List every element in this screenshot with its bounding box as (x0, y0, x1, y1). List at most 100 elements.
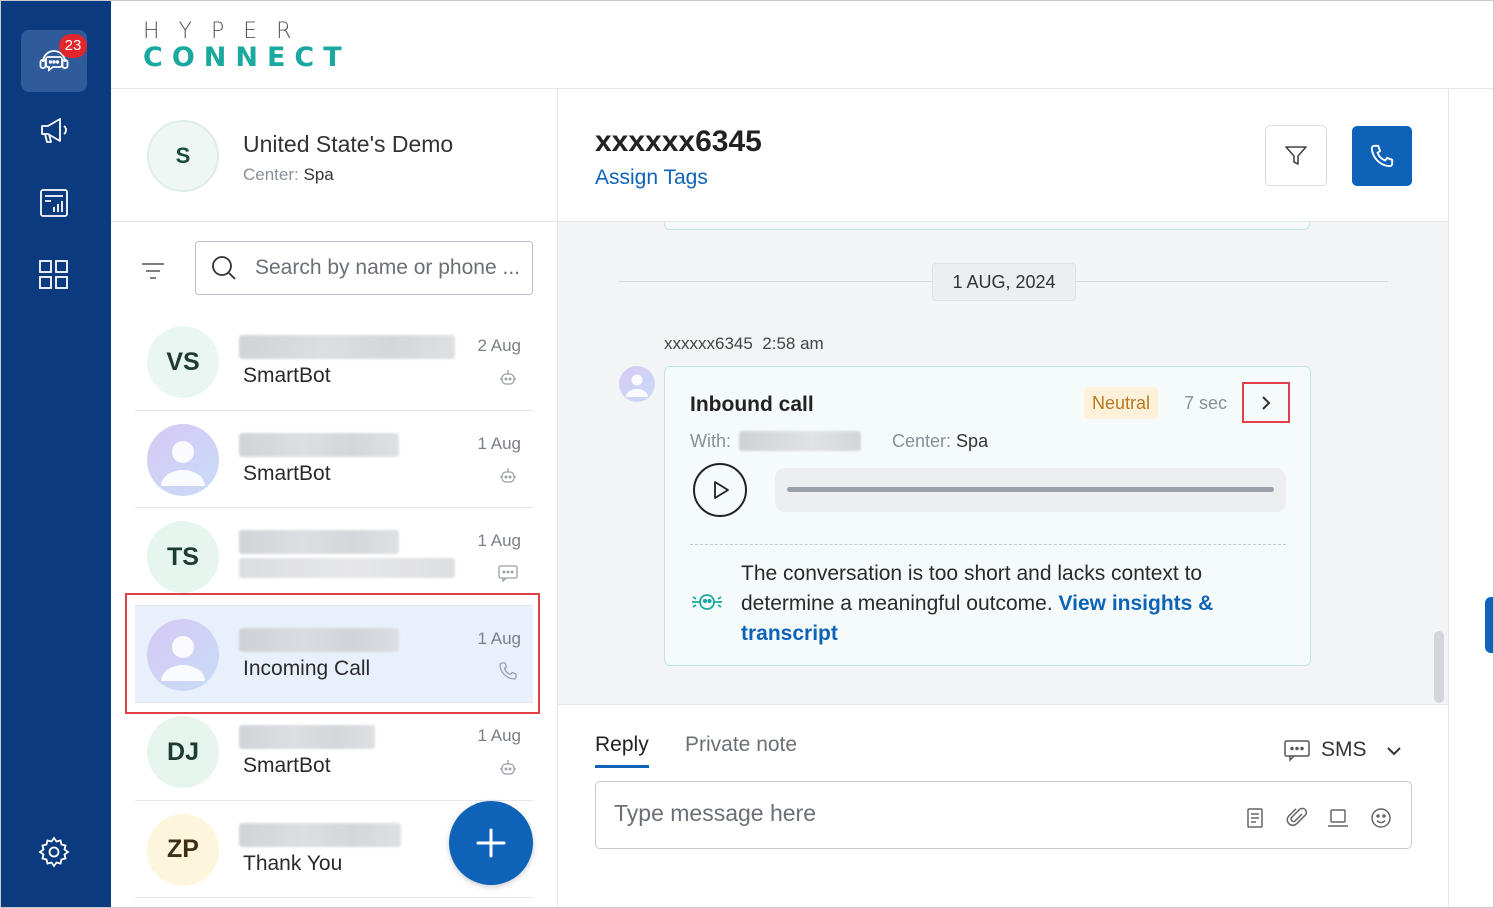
sms-icon[interactable] (1283, 738, 1311, 762)
logo-bottom-text: CONNECT (143, 42, 351, 73)
attachment-icon[interactable] (1285, 806, 1309, 830)
sender-avatar (619, 366, 655, 402)
contact-name-redacted (239, 822, 401, 847)
sort-filter-icon[interactable] (139, 257, 167, 285)
tab-reply[interactable]: Reply (595, 733, 649, 768)
conversation-subtitle: SmartBot (243, 364, 331, 387)
account-center: Center: Spa (243, 165, 334, 185)
plus-icon (476, 828, 506, 858)
search-box[interactable] (195, 241, 533, 295)
gear-icon (38, 836, 70, 868)
chat-scrollbar[interactable] (1434, 631, 1444, 703)
user-placeholder-icon (161, 440, 205, 486)
message-preview-redacted (239, 558, 455, 578)
message-composer[interactable] (595, 781, 1412, 849)
megaphone-icon (41, 118, 67, 143)
contact-avatar: TS (147, 521, 219, 593)
conversation-item[interactable]: DJ SmartBot 1 Aug (135, 703, 533, 801)
call-center: Center: Spa (892, 431, 988, 452)
rail-apps-button[interactable] (21, 244, 87, 306)
new-conversation-button[interactable] (449, 801, 533, 885)
call-center-value: Spa (956, 431, 989, 451)
chevron-down-icon[interactable] (1384, 741, 1404, 761)
search-input[interactable] (255, 256, 525, 280)
call-details-button[interactable] (1242, 382, 1290, 423)
call-button[interactable] (1352, 126, 1412, 186)
app-window: 23 HYPER CONNECT S United State's Demo C… (0, 0, 1494, 908)
conversation-date: 1 Aug (477, 726, 522, 745)
contact-name-redacted (239, 432, 399, 457)
conversation-item[interactable]: TS 1 Aug (135, 508, 533, 606)
emoji-icon[interactable] (1369, 806, 1393, 830)
conversation-date: 2 Aug (477, 336, 522, 355)
phone-icon (1370, 144, 1394, 168)
user-placeholder-icon (161, 635, 205, 681)
sentiment-badge: Neutral (1084, 387, 1159, 419)
card-divider (690, 544, 1286, 545)
bot-icon (500, 760, 516, 775)
bot-icon (500, 467, 516, 483)
phone-icon (499, 661, 517, 680)
conversation-subtitle: Thank You (243, 851, 343, 875)
right-side-strip (1448, 89, 1493, 907)
play-button[interactable] (693, 463, 747, 517)
call-with-label: With: (690, 431, 732, 451)
contact-name-redacted (239, 530, 399, 554)
audio-progress-track[interactable] (775, 468, 1286, 512)
conversation-item[interactable]: SmartBot 1 Aug (135, 411, 533, 508)
notification-badge: 23 (59, 34, 87, 58)
assign-tags-link[interactable]: Assign Tags (595, 166, 708, 190)
hyperconnect-logo: HYPER CONNECT (143, 19, 351, 73)
chat-header: xxxxxx6345 Assign Tags (558, 89, 1448, 222)
account-header: S United State's Demo Center: Spa (111, 89, 557, 222)
account-center-label: Center: (243, 165, 299, 184)
template-icon[interactable] (1243, 806, 1267, 830)
contact-name-redacted (239, 335, 455, 359)
channel-selector[interactable]: SMS (1321, 738, 1367, 762)
call-card-title: Inbound call (690, 393, 814, 416)
message-input[interactable] (614, 800, 1214, 827)
audio-progress-bar[interactable] (787, 487, 1274, 492)
ai-insight-icon (692, 594, 722, 610)
contact-avatar (147, 423, 219, 496)
contact-avatar: ZP (147, 813, 219, 886)
conversation-subtitle: SmartBot (243, 461, 331, 485)
previous-card-edge (664, 222, 1310, 230)
contact-avatar (147, 618, 219, 691)
account-avatar: S (147, 120, 219, 192)
call-center-label: Center: (892, 431, 952, 451)
tab-private-note[interactable]: Private note (685, 733, 797, 757)
apps-grid-icon (39, 260, 68, 289)
contact-name-redacted (239, 725, 375, 749)
contact-avatar: VS (147, 326, 219, 398)
rail-campaigns-button[interactable] (21, 99, 87, 161)
conversation-item[interactable]: VS SmartBot 2 Aug (135, 313, 533, 411)
rail-conversations-button[interactable]: 23 (21, 30, 87, 92)
rail-reports-button[interactable] (21, 172, 87, 234)
contact-name-redacted (239, 627, 399, 652)
filter-button[interactable] (1265, 125, 1327, 186)
left-rail: 23 (1, 1, 111, 907)
contact-title: xxxxxx6345 (595, 125, 762, 158)
conversation-subtitle: Incoming Call (243, 656, 371, 680)
conversation-date: 1 Aug (477, 433, 522, 453)
conversation-subtitle: SmartBot (243, 754, 331, 777)
play-icon (714, 481, 729, 499)
conversation-date: 1 Aug (477, 628, 522, 648)
message-meta: xxxxxx6345 2:58 am (664, 334, 824, 353)
laptop-icon[interactable] (1326, 806, 1350, 830)
account-center-value: Spa (303, 165, 334, 184)
chevron-right-icon (1262, 395, 1271, 410)
report-icon (40, 189, 68, 217)
contact-avatar: DJ (147, 716, 219, 788)
side-panel-toggle[interactable] (1485, 597, 1493, 653)
date-divider: 1 AUG, 2024 (932, 263, 1076, 301)
insight-text: The conversation is too short and lacks … (741, 559, 1261, 649)
reply-area: Reply Private note SMS (558, 704, 1448, 907)
sms-icon (498, 565, 518, 583)
conversation-item-selected[interactable]: Incoming Call 1 Aug (135, 605, 533, 703)
call-card: Inbound call Neutral 7 sec With: Center:… (664, 366, 1311, 666)
call-duration: 7 sec (1184, 393, 1228, 413)
chat-messages: 1 AUG, 2024 xxxxxx6345 2:58 am Inbound c… (558, 222, 1448, 704)
rail-settings-button[interactable] (21, 821, 87, 883)
